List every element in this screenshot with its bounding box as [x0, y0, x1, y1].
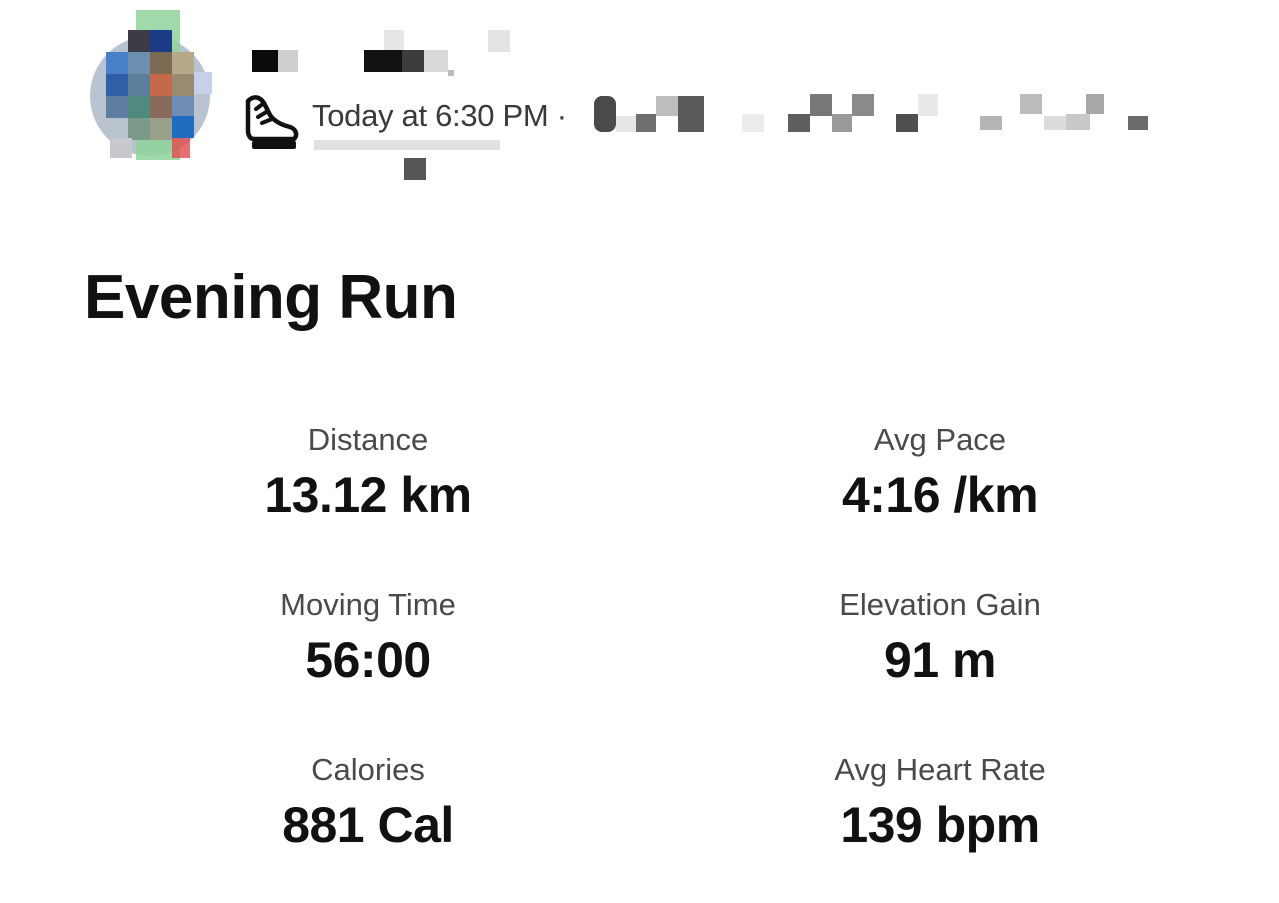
activity-subline-redacted: [312, 138, 512, 182]
athlete-name-redacted[interactable]: [252, 30, 522, 78]
activity-location-redacted[interactable]: [592, 92, 1182, 136]
stat-value: 4:16 /km: [841, 467, 1039, 523]
activity-meta-row: Today at 6:30 PM ·: [244, 95, 567, 149]
stat-avg-heart-rate: Avg Heart Rate 139 bpm: [680, 748, 1200, 856]
athlete-avatar[interactable]: [88, 10, 214, 162]
stat-distance: Distance 13.12 km: [108, 418, 628, 526]
activity-timestamp: Today at 6:30 PM ·: [312, 98, 567, 133]
stat-value: 13.12 km: [264, 467, 472, 523]
stat-label: Calories: [311, 752, 425, 787]
stat-value: 881 Cal: [282, 797, 454, 853]
stat-value: 91 m: [884, 632, 996, 688]
stat-label: Avg Pace: [873, 422, 1007, 457]
activity-header: Today at 6:30 PM ·: [0, 0, 1279, 190]
activity-title: Evening Run: [84, 263, 458, 332]
stat-label: Elevation Gain: [839, 587, 1041, 622]
stat-label: Moving Time: [280, 587, 456, 622]
stat-value: 139 bpm: [840, 797, 1040, 853]
stat-label: Distance: [307, 422, 429, 457]
stat-avg-pace: Avg Pace 4:16 /km: [680, 418, 1200, 526]
running-shoe-icon: [244, 89, 300, 151]
stat-label: Avg Heart Rate: [834, 752, 1046, 787]
stat-moving-time: Moving Time 56:00: [108, 583, 628, 691]
stat-elevation-gain: Elevation Gain 91 m: [680, 583, 1200, 691]
stat-calories: Calories 881 Cal: [108, 748, 628, 856]
stat-value: 56:00: [305, 632, 431, 688]
